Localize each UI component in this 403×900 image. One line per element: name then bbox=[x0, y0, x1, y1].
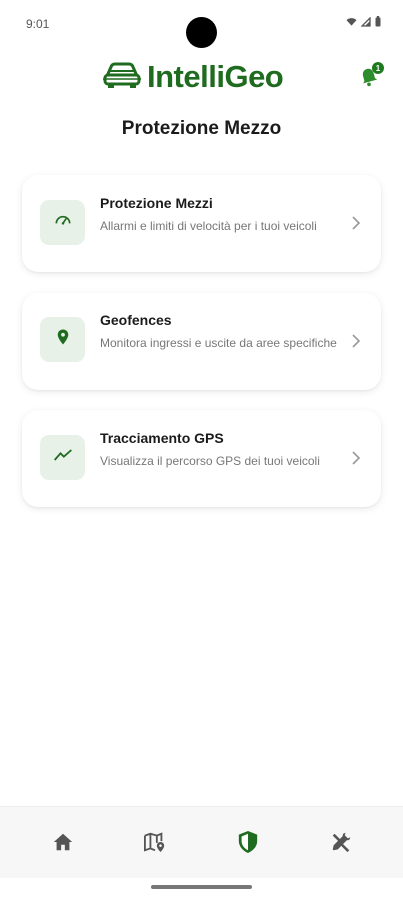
location-pin-icon bbox=[54, 327, 72, 352]
card-description: Allarmi e limiti di velocità per i tuoi … bbox=[100, 219, 317, 233]
notification-badge: 1 bbox=[372, 62, 384, 74]
chevron-right-icon bbox=[351, 333, 361, 349]
speedometer-icon bbox=[53, 210, 73, 235]
card-icon-container bbox=[40, 317, 85, 362]
status-icons bbox=[346, 16, 381, 27]
tools-icon bbox=[330, 831, 352, 858]
battery-icon bbox=[375, 16, 381, 27]
notifications-button[interactable]: 1 bbox=[358, 62, 386, 90]
shield-icon bbox=[237, 830, 259, 859]
card-title: Protezione Mezzi bbox=[100, 195, 213, 211]
card-icon-container bbox=[40, 435, 85, 480]
trending-line-icon bbox=[53, 447, 73, 468]
nav-security[interactable] bbox=[235, 830, 261, 859]
nav-tools[interactable] bbox=[328, 831, 354, 857]
card-title: Geofences bbox=[100, 312, 172, 328]
bottom-nav bbox=[0, 806, 403, 878]
card-geofences[interactable]: Geofences Monitora ingressi e uscite da … bbox=[22, 293, 381, 390]
wifi-icon bbox=[346, 17, 357, 27]
app-header: IntelliGeo 1 bbox=[0, 56, 403, 96]
status-bar: 9:01 bbox=[0, 0, 403, 48]
nav-home[interactable] bbox=[50, 831, 76, 857]
card-icon-container bbox=[40, 200, 85, 245]
page-title: Protezione Mezzo bbox=[121, 118, 282, 139]
car-logo-icon bbox=[103, 58, 141, 95]
card-description: Visualizza il percorso GPS dei tuoi veic… bbox=[100, 454, 320, 468]
home-icon bbox=[52, 831, 74, 858]
status-time: 9:01 bbox=[26, 17, 50, 31]
card-description: Monitora ingressi e uscite da aree speci… bbox=[100, 336, 337, 350]
map-pin-icon bbox=[143, 831, 167, 858]
logo-text: IntelliGeo bbox=[147, 58, 284, 94]
card-title: Tracciamento GPS bbox=[100, 430, 224, 446]
camera-cutout bbox=[186, 17, 217, 48]
chevron-right-icon bbox=[351, 215, 361, 231]
logo: IntelliGeo bbox=[103, 58, 284, 95]
card-tracciamento-gps[interactable]: Tracciamento GPS Visualizza il percorso … bbox=[22, 410, 381, 507]
chevron-right-icon bbox=[351, 450, 361, 466]
card-protezione-mezzi[interactable]: Protezione Mezzi Allarmi e limiti di vel… bbox=[22, 175, 381, 272]
nav-map[interactable] bbox=[142, 831, 168, 857]
home-indicator bbox=[151, 885, 252, 889]
signal-icon bbox=[361, 16, 371, 27]
